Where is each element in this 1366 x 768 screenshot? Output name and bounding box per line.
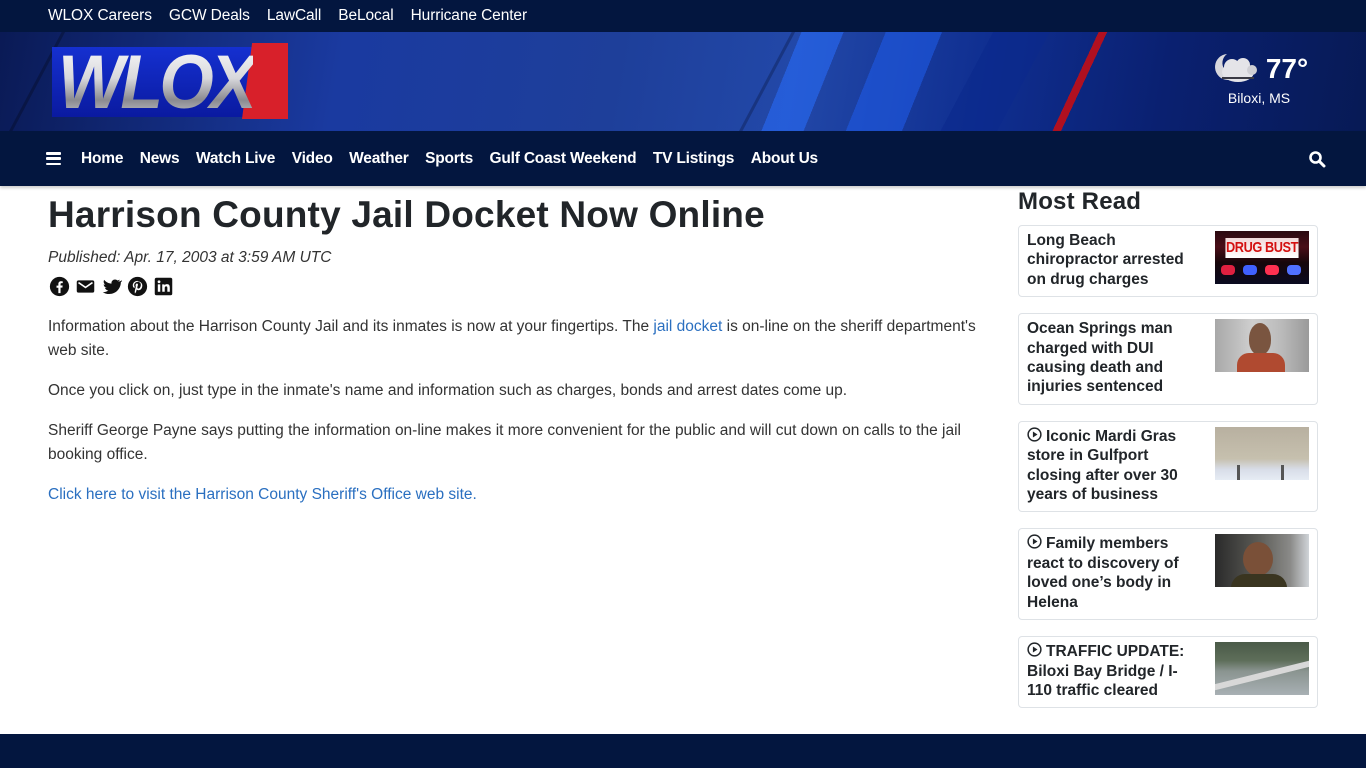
nav-about-us[interactable]: About Us [751, 150, 818, 168]
most-read-item[interactable]: TRAFFIC UPDATE: Biloxi Bay Bridge / I-11… [1018, 636, 1318, 709]
search-icon[interactable] [1308, 150, 1326, 168]
email-icon[interactable] [74, 275, 96, 297]
most-read-item[interactable]: Iconic Mardi Gras store in Gulfport clos… [1018, 420, 1318, 513]
utility-link-belocal[interactable]: BeLocal [338, 7, 393, 25]
article-paragraph: Sheriff George Payne says putting the in… [48, 422, 961, 464]
thumbnail-caption: DRUG BUST [1225, 238, 1299, 258]
thumbnail-decoration [1221, 265, 1235, 275]
article-paragraph: Click here to visit the Harrison County … [48, 483, 978, 507]
thumbnail-decoration [1243, 542, 1273, 577]
utility-link-hurricane-center[interactable]: Hurricane Center [411, 7, 528, 25]
nav-watch-live[interactable]: Watch Live [196, 150, 275, 168]
weather-widget[interactable]: 77° Biloxi, MS [1204, 50, 1314, 106]
most-read-sidebar: Most Read Long Beach chiropractor arrest… [1018, 186, 1318, 724]
most-read-item[interactable]: Ocean Springs man charged with DUI causi… [1018, 313, 1318, 405]
most-read-thumbnail[interactable]: DRUG BUST [1215, 231, 1309, 284]
utility-nav: WLOX Careers GCW Deals LawCall BeLocal H… [0, 0, 1366, 32]
weather-temperature: 77° [1265, 53, 1309, 84]
thumbnail-decoration [1231, 574, 1287, 588]
site-logo[interactable]: WLOX [52, 40, 288, 125]
most-read-item[interactable]: Family members react to discovery of lov… [1018, 528, 1318, 621]
main-nav: Home News Watch Live Video Weather Sport… [0, 131, 1366, 186]
most-read-title-wrap[interactable]: Iconic Mardi Gras store in Gulfport clos… [1027, 427, 1197, 505]
thumbnail-decoration [1237, 353, 1285, 373]
header-banner: WLOX 77° Biloxi, MS [0, 32, 1366, 131]
twitter-icon[interactable] [100, 275, 122, 297]
thumbnail-decoration [1265, 265, 1279, 275]
share-bar [48, 275, 978, 297]
pinterest-icon[interactable] [126, 275, 148, 297]
article-paragraph: Information about the Harrison County Ja… [48, 315, 978, 363]
utility-link-gcw-deals[interactable]: GCW Deals [169, 7, 250, 25]
most-read-title[interactable]: Long Beach chiropractor arrested on drug… [1027, 231, 1197, 289]
footer [0, 734, 1366, 768]
paragraph-text: Information about the Harrison County Ja… [48, 318, 654, 336]
thumbnail-decoration [1237, 464, 1240, 480]
most-read-thumbnail[interactable] [1215, 642, 1309, 696]
most-read-item[interactable]: Long Beach chiropractor arrested on drug… [1018, 225, 1318, 298]
nav-video[interactable]: Video [292, 150, 333, 168]
most-read-thumbnail[interactable] [1215, 426, 1309, 480]
nav-news[interactable]: News [140, 150, 180, 168]
thumbnail-decoration [1287, 265, 1301, 275]
utility-link-careers[interactable]: WLOX Careers [48, 7, 152, 25]
most-read-thumbnail[interactable] [1215, 534, 1309, 588]
nav-sports[interactable]: Sports [425, 150, 473, 168]
most-read-title: Family members react to discovery of lov… [1027, 535, 1179, 611]
article-headline: Harrison County Jail Docket Now Online [48, 194, 765, 235]
most-read-thumbnail[interactable] [1215, 319, 1309, 373]
linkedin-icon[interactable] [152, 275, 174, 297]
nav-gulf-coast-weekend[interactable]: Gulf Coast Weekend [490, 150, 637, 168]
most-read-title: TRAFFIC UPDATE: Biloxi Bay Bridge / I-11… [1027, 643, 1185, 699]
most-read-title-wrap[interactable]: Family members react to discovery of lov… [1027, 534, 1197, 612]
nav-home[interactable]: Home [81, 150, 123, 168]
logo-text: WLOX [58, 40, 257, 125]
published-date: Published: Apr. 17, 2003 at 3:59 AM UTC [48, 249, 332, 267]
article-body: Information about the Harrison County Ja… [48, 315, 978, 507]
play-video-icon [1027, 642, 1042, 657]
play-video-icon [1027, 534, 1042, 550]
thumbnail-decoration [1215, 658, 1309, 692]
weather-location: Biloxi, MS [1227, 90, 1291, 106]
most-read-heading: Most Read [1018, 188, 1142, 215]
article-paragraph: Once you click on, just type in the inma… [48, 382, 848, 400]
nav-weather[interactable]: Weather [349, 150, 409, 168]
most-read-title: Iconic Mardi Gras store in Gulfport clos… [1027, 427, 1178, 504]
most-read-title-wrap[interactable]: TRAFFIC UPDATE: Biloxi Bay Bridge / I-11… [1027, 642, 1197, 700]
thumbnail-decoration [1281, 464, 1284, 480]
play-video-icon [1027, 427, 1042, 442]
thumbnail-decoration [1243, 265, 1257, 275]
nav-tv-listings[interactable]: TV Listings [653, 150, 735, 168]
thumbnail-decoration [1249, 323, 1271, 356]
partly-cloudy-night-icon [1214, 54, 1257, 82]
utility-link-lawcall[interactable]: LawCall [267, 7, 322, 25]
jail-docket-link[interactable]: jail docket [653, 318, 722, 335]
banner-decoration [722, 32, 801, 131]
most-read-title[interactable]: Ocean Springs man charged with DUI causi… [1027, 319, 1197, 397]
article: Harrison County Jail Docket Now Online P… [48, 186, 978, 507]
facebook-icon[interactable] [48, 275, 70, 297]
hamburger-icon[interactable] [46, 152, 61, 165]
sheriff-office-link[interactable]: Click here to visit the Harrison County … [48, 486, 477, 503]
